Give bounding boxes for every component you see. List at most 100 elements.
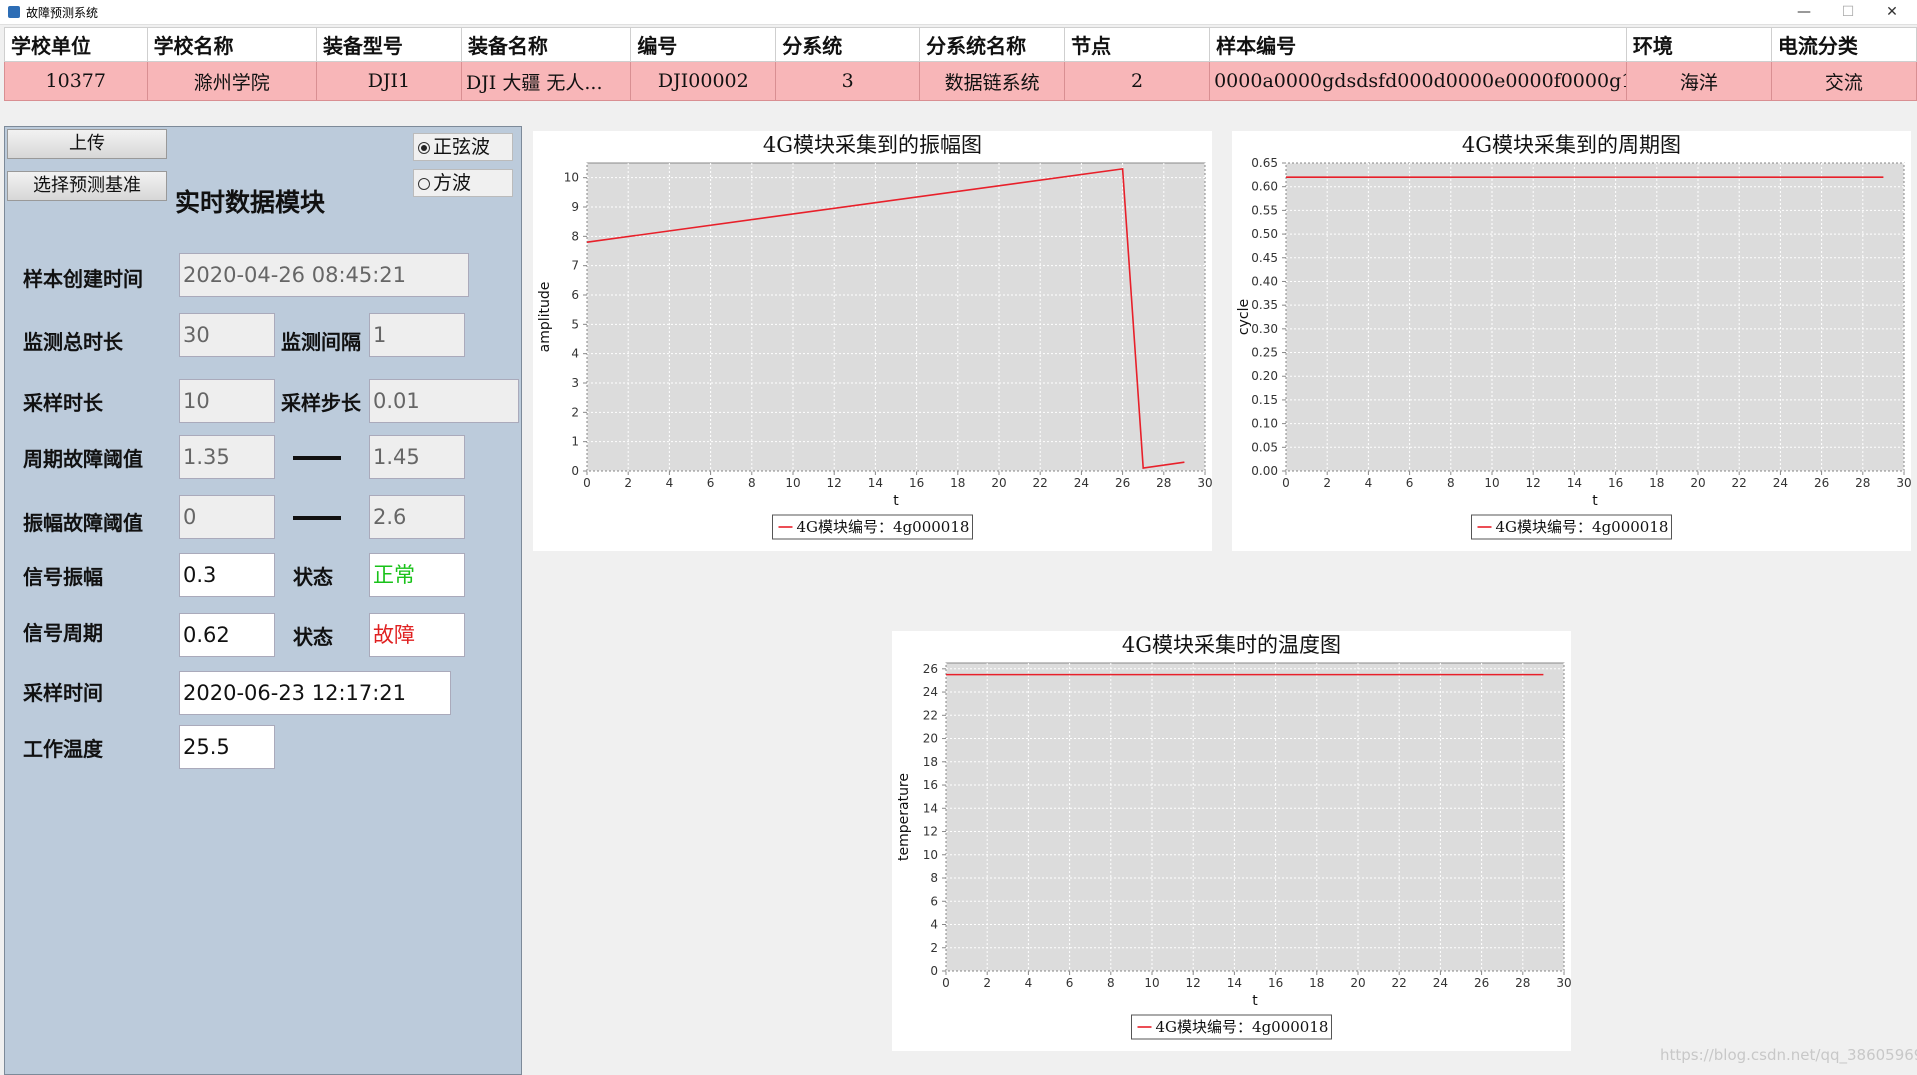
- monitor-duration-field[interactable]: 30: [179, 313, 275, 357]
- signal-period-field[interactable]: 0.62: [179, 613, 275, 657]
- app-icon: [8, 6, 20, 18]
- y-tick-label: 4: [571, 347, 579, 361]
- header-subsystem-name[interactable]: 分系统名称: [919, 27, 1066, 62]
- cell-subsystem[interactable]: 3: [775, 61, 921, 101]
- radio-sine-label: 正弦波: [433, 136, 491, 158]
- minimize-button[interactable]: —: [1782, 0, 1826, 24]
- x-tick-label: 30: [1556, 976, 1571, 990]
- period-threshold-high-field[interactable]: 1.45: [369, 435, 465, 479]
- x-tick-label: 4: [1365, 476, 1373, 490]
- amp-threshold-label: 振幅故障阈值: [23, 511, 143, 535]
- header-school-unit[interactable]: 学校单位: [4, 27, 148, 62]
- period-threshold-low-field[interactable]: 1.35: [179, 435, 275, 479]
- period-status-label: 状态: [293, 625, 333, 649]
- cell-equipment-model[interactable]: DJI1: [315, 61, 462, 101]
- range-dash: [293, 516, 341, 520]
- monitor-interval-field[interactable]: 1: [369, 313, 465, 357]
- window-title: 故障预测系统: [26, 6, 99, 20]
- y-tick-label: 6: [930, 894, 938, 908]
- period-status-field[interactable]: 故障: [369, 613, 465, 657]
- cell-equipment-name[interactable]: DJI 大疆 无人...: [460, 61, 632, 101]
- x-tick-label: 2: [624, 476, 632, 490]
- x-tick-label: 0: [942, 976, 950, 990]
- cell-school-unit[interactable]: 10377: [4, 61, 148, 101]
- signal-amp-field[interactable]: 0.3: [179, 553, 275, 597]
- radio-unchecked-icon: [418, 178, 430, 190]
- x-tick-label: 4: [666, 476, 674, 490]
- sampling-step-field[interactable]: 0.01: [369, 379, 519, 423]
- y-tick-label: 20: [923, 732, 938, 746]
- sampling-time-label: 采样时间: [23, 681, 103, 705]
- maximize-button[interactable]: ☐: [1826, 0, 1870, 24]
- header-current-type[interactable]: 电流分类: [1770, 27, 1917, 62]
- x-tick-label: 14: [1227, 976, 1242, 990]
- signal-period-label: 信号周期: [23, 621, 103, 645]
- y-axis-label: temperature: [896, 773, 912, 861]
- cell-id[interactable]: DJI00002: [630, 61, 777, 101]
- header-equipment-model[interactable]: 装备型号: [315, 27, 462, 62]
- chart-title: 4G模块采集到的周期图: [1462, 133, 1681, 157]
- y-tick-label: 10: [923, 848, 938, 862]
- header-sample-id[interactable]: 样本编号: [1209, 27, 1627, 62]
- legend-label: 4G模块编号：4g000018: [1156, 1018, 1329, 1036]
- amp-status-field[interactable]: 正常: [369, 553, 465, 597]
- header-environment[interactable]: 环境: [1625, 27, 1772, 62]
- x-tick-label: 26: [1115, 476, 1130, 490]
- sampling-duration-label: 采样时长: [23, 391, 103, 415]
- select-baseline-button[interactable]: 选择预测基准: [7, 171, 167, 201]
- header-id[interactable]: 编号: [630, 27, 777, 62]
- y-tick-label: 0: [571, 464, 579, 478]
- table-row[interactable]: 10377 滁州学院 DJI1 DJI 大疆 无人... DJI00002 3 …: [4, 61, 1917, 101]
- cell-current-type[interactable]: 交流: [1770, 61, 1917, 101]
- chart-svg: 4G模块采集到的周期图0 2 4 6 8 10 12 14 16 18 20 22 24 26 28 300.…: [1236, 133, 1911, 540]
- legend-label: 4G模块编号：4g000018: [797, 518, 970, 536]
- x-tick-label: 28: [1855, 476, 1870, 490]
- y-axis-label: amplitude: [537, 282, 553, 353]
- x-tick-label: 2: [1323, 476, 1331, 490]
- y-tick-label: 12: [923, 825, 938, 839]
- amplitude-chart: 4G模块采集到的振幅图 0 2 4 6 8 10 12 14 16 18 20 22 24 26 28 30 0 1…: [533, 131, 1212, 551]
- x-tick-label: 22: [1732, 476, 1747, 490]
- y-tick-label: 0.65: [1251, 156, 1278, 170]
- header-equipment-name[interactable]: 装备名称: [460, 27, 632, 62]
- cell-school-name[interactable]: 滁州学院: [146, 61, 317, 101]
- amp-threshold-low-field[interactable]: 0: [179, 495, 275, 539]
- x-tick-label: 8: [1107, 976, 1115, 990]
- x-tick-label: 24: [1074, 476, 1089, 490]
- work-temp-field[interactable]: 25.5: [179, 725, 275, 769]
- radio-square-label: 方波: [433, 172, 472, 194]
- close-button[interactable]: ✕: [1870, 0, 1914, 24]
- radio-sine-wave[interactable]: 正弦波: [413, 133, 513, 161]
- y-tick-label: 0.00: [1251, 464, 1278, 478]
- module-title: 实时数据模块: [175, 188, 326, 217]
- range-dash: [293, 456, 341, 460]
- x-tick-label: 30: [1896, 476, 1911, 490]
- x-tick-label: 18: [1309, 976, 1324, 990]
- chart-svg: 4G模块采集时的温度图0 2 4 6 8 10 12 14 16 18 20 22 24 26 28 3002…: [896, 633, 1571, 1040]
- cell-environment[interactable]: 海洋: [1625, 61, 1772, 101]
- cell-sample-id[interactable]: 0000a0000gdsdsfd000d0000e0000f0000g11: [1209, 61, 1627, 101]
- sample-create-time-field[interactable]: 2020-04-26 08:45:21: [179, 253, 469, 297]
- header-node[interactable]: 节点: [1064, 27, 1211, 62]
- y-tick-label: 6: [571, 288, 579, 302]
- amp-threshold-high-field[interactable]: 2.6: [369, 495, 465, 539]
- y-tick-label: 0.40: [1251, 274, 1278, 288]
- cell-subsystem-name[interactable]: 数据链系统: [919, 61, 1066, 101]
- upload-button[interactable]: 上传: [7, 129, 167, 159]
- x-tick-label: 8: [748, 476, 756, 490]
- chart-title: 4G模块采集到的振幅图: [763, 133, 982, 157]
- monitor-interval-label: 监测间隔: [281, 330, 361, 354]
- amp-status-label: 状态: [293, 565, 333, 589]
- y-tick-label: 0.15: [1251, 393, 1278, 407]
- x-tick-label: 30: [1197, 476, 1212, 490]
- cell-node[interactable]: 2: [1064, 61, 1211, 101]
- sampling-duration-field[interactable]: 10: [179, 379, 275, 423]
- header-school-name[interactable]: 学校名称: [146, 27, 317, 62]
- radio-square-wave[interactable]: 方波: [413, 169, 513, 197]
- x-tick-label: 2: [983, 976, 991, 990]
- y-tick-label: 0.30: [1251, 322, 1278, 336]
- header-subsystem[interactable]: 分系统: [775, 27, 921, 62]
- x-tick-label: 22: [1033, 476, 1048, 490]
- y-tick-label: 0.10: [1251, 417, 1278, 431]
- sampling-time-field[interactable]: 2020-06-23 12:17:21: [179, 671, 451, 715]
